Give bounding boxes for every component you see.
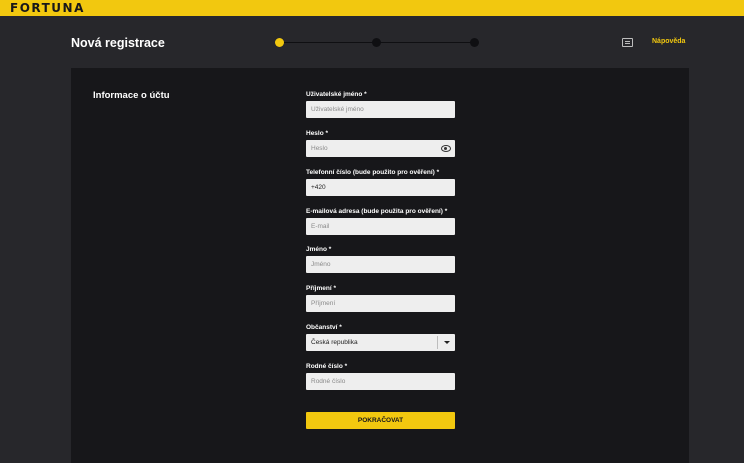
phone-input[interactable] — [306, 179, 455, 196]
phone-field-group: Telefonní číslo (bude použito pro ověřen… — [306, 168, 455, 196]
phone-label: Telefonní číslo (bude použito pro ověřen… — [306, 169, 440, 176]
first-name-label: Jméno * — [306, 246, 332, 253]
citizenship-selected-value: Česká republika — [311, 339, 358, 346]
page-title: Nová registrace — [71, 36, 165, 50]
username-label: Uživatelské jméno * — [306, 91, 367, 98]
progress-stepper — [275, 38, 480, 48]
first-name-field-group: Jméno * — [306, 245, 455, 273]
first-name-input[interactable] — [306, 256, 455, 273]
birth-number-label: Rodné číslo * — [306, 363, 348, 370]
step-1-dot — [275, 38, 284, 47]
last-name-input[interactable] — [306, 295, 455, 312]
email-label: E-mailová adresa (bude použita pro ověře… — [306, 208, 448, 215]
select-divider — [437, 336, 438, 349]
last-name-label: Příjmení * — [306, 285, 336, 292]
password-label: Heslo * — [306, 130, 329, 137]
username-input[interactable] — [306, 101, 455, 118]
citizenship-field-group: Občanství * Česká republika — [306, 323, 455, 351]
section-title: Informace o účtu — [93, 90, 170, 101]
birth-number-field-group: Rodné číslo * — [306, 362, 455, 390]
citizenship-select[interactable]: Česká republika — [306, 334, 455, 351]
email-field-group: E-mailová adresa (bude použita pro ověře… — [306, 207, 455, 235]
registration-panel: Informace o účtu Uživatelské jméno * Hes… — [71, 68, 689, 463]
chat-icon[interactable] — [622, 38, 633, 47]
top-bar: FORTUNA — [0, 0, 744, 16]
step-2-dot — [372, 38, 381, 47]
help-link[interactable]: Nápověda — [652, 38, 685, 45]
chevron-down-icon[interactable] — [444, 341, 450, 344]
continue-button[interactable]: POKRAČOVAT — [306, 412, 455, 429]
last-name-field-group: Příjmení * — [306, 284, 455, 312]
username-field-group: Uživatelské jméno * — [306, 90, 455, 118]
citizenship-label: Občanství * — [306, 324, 342, 331]
eye-icon[interactable] — [441, 145, 451, 152]
password-input[interactable] — [306, 140, 455, 157]
step-3-dot — [470, 38, 479, 47]
birth-number-input[interactable] — [306, 373, 455, 390]
email-input[interactable] — [306, 218, 455, 235]
password-field-group: Heslo * — [306, 129, 455, 157]
fortuna-logo[interactable]: FORTUNA — [10, 1, 85, 15]
